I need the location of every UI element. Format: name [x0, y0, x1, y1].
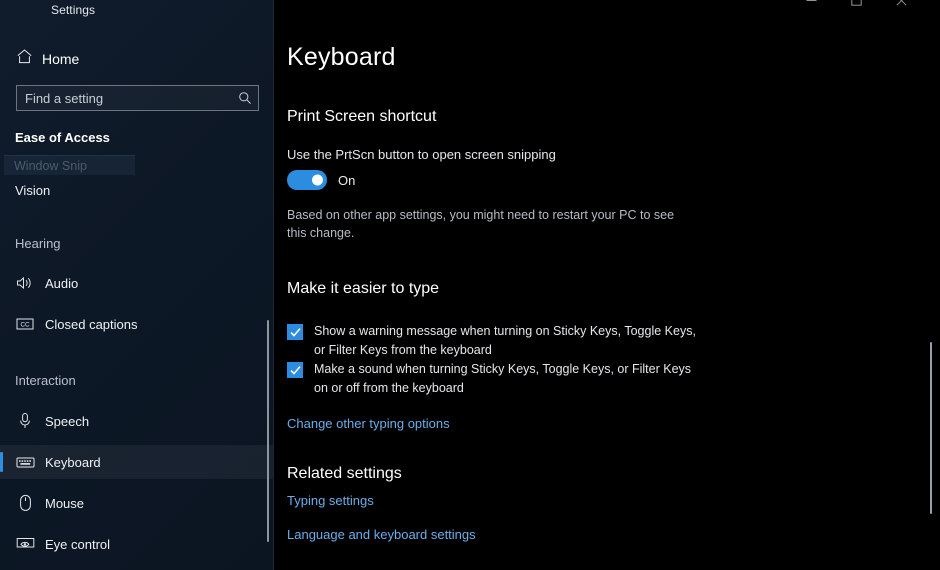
print-screen-toggle[interactable]: [287, 170, 327, 190]
close-button[interactable]: [879, 0, 924, 14]
home-icon: [16, 48, 33, 70]
link-typing-settings[interactable]: Typing settings: [287, 493, 374, 508]
sidebar-item-eye-control[interactable]: Eye control: [0, 527, 274, 561]
maximize-button[interactable]: [834, 0, 879, 14]
print-screen-toggle-row[interactable]: On: [287, 170, 355, 190]
toggle-knob: [312, 174, 323, 186]
checkbox-sticky-keys-sound[interactable]: [287, 362, 303, 378]
sidebar-group-hearing: Hearing: [15, 236, 61, 251]
link-change-other-typing-options[interactable]: Change other typing options: [287, 416, 450, 431]
checkbox-row-sticky-keys-warning[interactable]: Show a warning message when turning on S…: [287, 322, 707, 360]
sidebar-item-vision[interactable]: Vision: [0, 173, 274, 207]
window-snip-overlay: Window Snip: [4, 155, 135, 175]
sidebar-item-label-eye-control: Eye control: [45, 536, 111, 552]
svg-text:CC: CC: [21, 322, 30, 329]
speaker-icon: [15, 273, 35, 293]
sidebar-group-interaction: Interaction: [15, 373, 76, 388]
maximize-icon: [851, 0, 862, 11]
search-box[interactable]: [16, 85, 259, 111]
eye-control-icon: [15, 534, 35, 554]
print-screen-note: Based on other app settings, you might n…: [287, 208, 675, 240]
search-input[interactable]: [17, 86, 232, 110]
sidebar-item-closed-captions[interactable]: CC Closed captions: [0, 307, 274, 341]
section-heading-print-screen: Print Screen shortcut: [287, 108, 437, 125]
selection-indicator: [0, 452, 3, 472]
main-content: Keyboard Print Screen shortcut Use the P…: [274, 0, 940, 570]
sidebar-item-mouse[interactable]: Mouse: [0, 486, 274, 520]
search-icon[interactable]: [232, 86, 258, 110]
closed-captions-icon: CC: [15, 314, 35, 334]
page-title: Keyboard: [287, 43, 396, 71]
sidebar-item-label-speech: Speech: [45, 413, 90, 429]
sidebar-category-title: Ease of Access: [15, 130, 110, 145]
minimize-icon: [806, 0, 817, 11]
settings-window: Settings Home Ease of Access: [0, 0, 940, 570]
checkbox-label-sticky-keys-sound: Make a sound when turning Sticky Keys, T…: [314, 362, 692, 395]
sidebar-item-keyboard[interactable]: Keyboard: [0, 445, 274, 479]
main-scrollbar-thumb[interactable]: [930, 342, 932, 514]
mouse-icon: [15, 493, 35, 513]
sidebar-scrollbar[interactable]: [264, 0, 272, 570]
minimize-button[interactable]: [789, 0, 834, 14]
microphone-icon: [15, 411, 35, 431]
sidebar-item-label-home: Home: [42, 51, 80, 67]
keyboard-icon: [15, 452, 35, 472]
checkbox-row-sticky-keys-sound[interactable]: Make a sound when turning Sticky Keys, T…: [287, 360, 707, 398]
sidebar-item-label-mouse: Mouse: [45, 495, 85, 511]
checkbox-label-sticky-keys-warning: Show a warning message when turning on S…: [314, 324, 696, 357]
sidebar-item-speech[interactable]: Speech: [0, 404, 274, 438]
toggle-state-label: On: [338, 172, 356, 188]
sidebar-item-home[interactable]: Home: [0, 44, 274, 74]
window-snip-label: Window Snip: [14, 158, 87, 173]
sidebar-item-audio[interactable]: Audio: [0, 266, 274, 300]
sidebar-item-label-vision: Vision: [15, 182, 51, 198]
sidebar: Settings Home Ease of Access: [0, 0, 274, 570]
print-screen-description: Use the PrtScn button to open screen sni…: [287, 147, 556, 162]
section-heading-easier-to-type: Make it easier to type: [287, 280, 440, 297]
close-icon: [896, 0, 907, 11]
sidebar-scrollbar-thumb[interactable]: [267, 320, 269, 542]
section-heading-related-settings: Related settings: [287, 465, 402, 482]
link-language-and-keyboard-settings[interactable]: Language and keyboard settings: [287, 527, 476, 542]
window-title: Settings: [51, 3, 96, 17]
checkbox-sticky-keys-warning[interactable]: [287, 324, 303, 340]
sidebar-item-label-audio: Audio: [45, 275, 79, 291]
sidebar-item-label-keyboard: Keyboard: [45, 454, 101, 470]
sidebar-item-label-closed-captions: Closed captions: [45, 316, 138, 332]
